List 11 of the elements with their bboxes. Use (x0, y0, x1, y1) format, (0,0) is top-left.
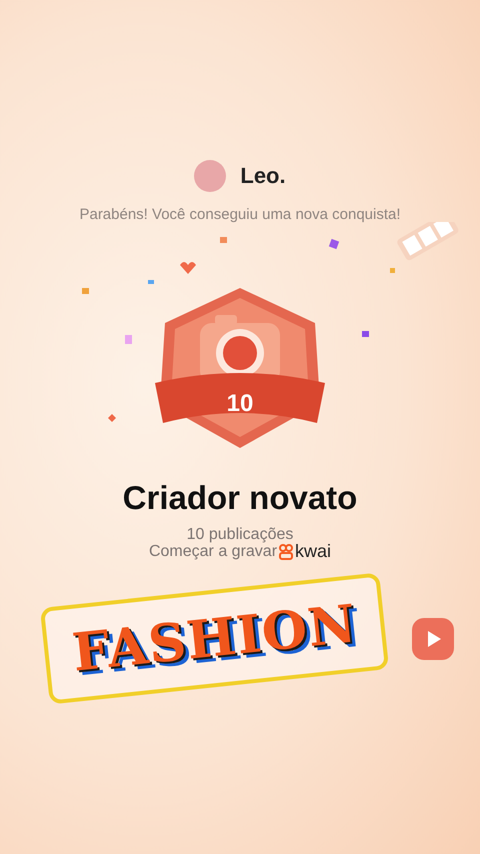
progress-text: 10 publicações (186, 527, 294, 543)
congrats-message: Parabéns! Você conseguiu uma nova conquista! (79, 206, 401, 223)
brand-name: kwai (295, 543, 332, 560)
achievement-title: Criador novato (122, 479, 358, 517)
record-prompt: Começar a gravar (148, 543, 278, 560)
logo-icon (279, 544, 294, 560)
badge-count: 10 (226, 390, 254, 417)
user-name: Leo. (240, 163, 286, 189)
fashion-sticker: FASHION (40, 572, 390, 705)
play-icon (410, 616, 456, 662)
avatar (194, 160, 226, 192)
